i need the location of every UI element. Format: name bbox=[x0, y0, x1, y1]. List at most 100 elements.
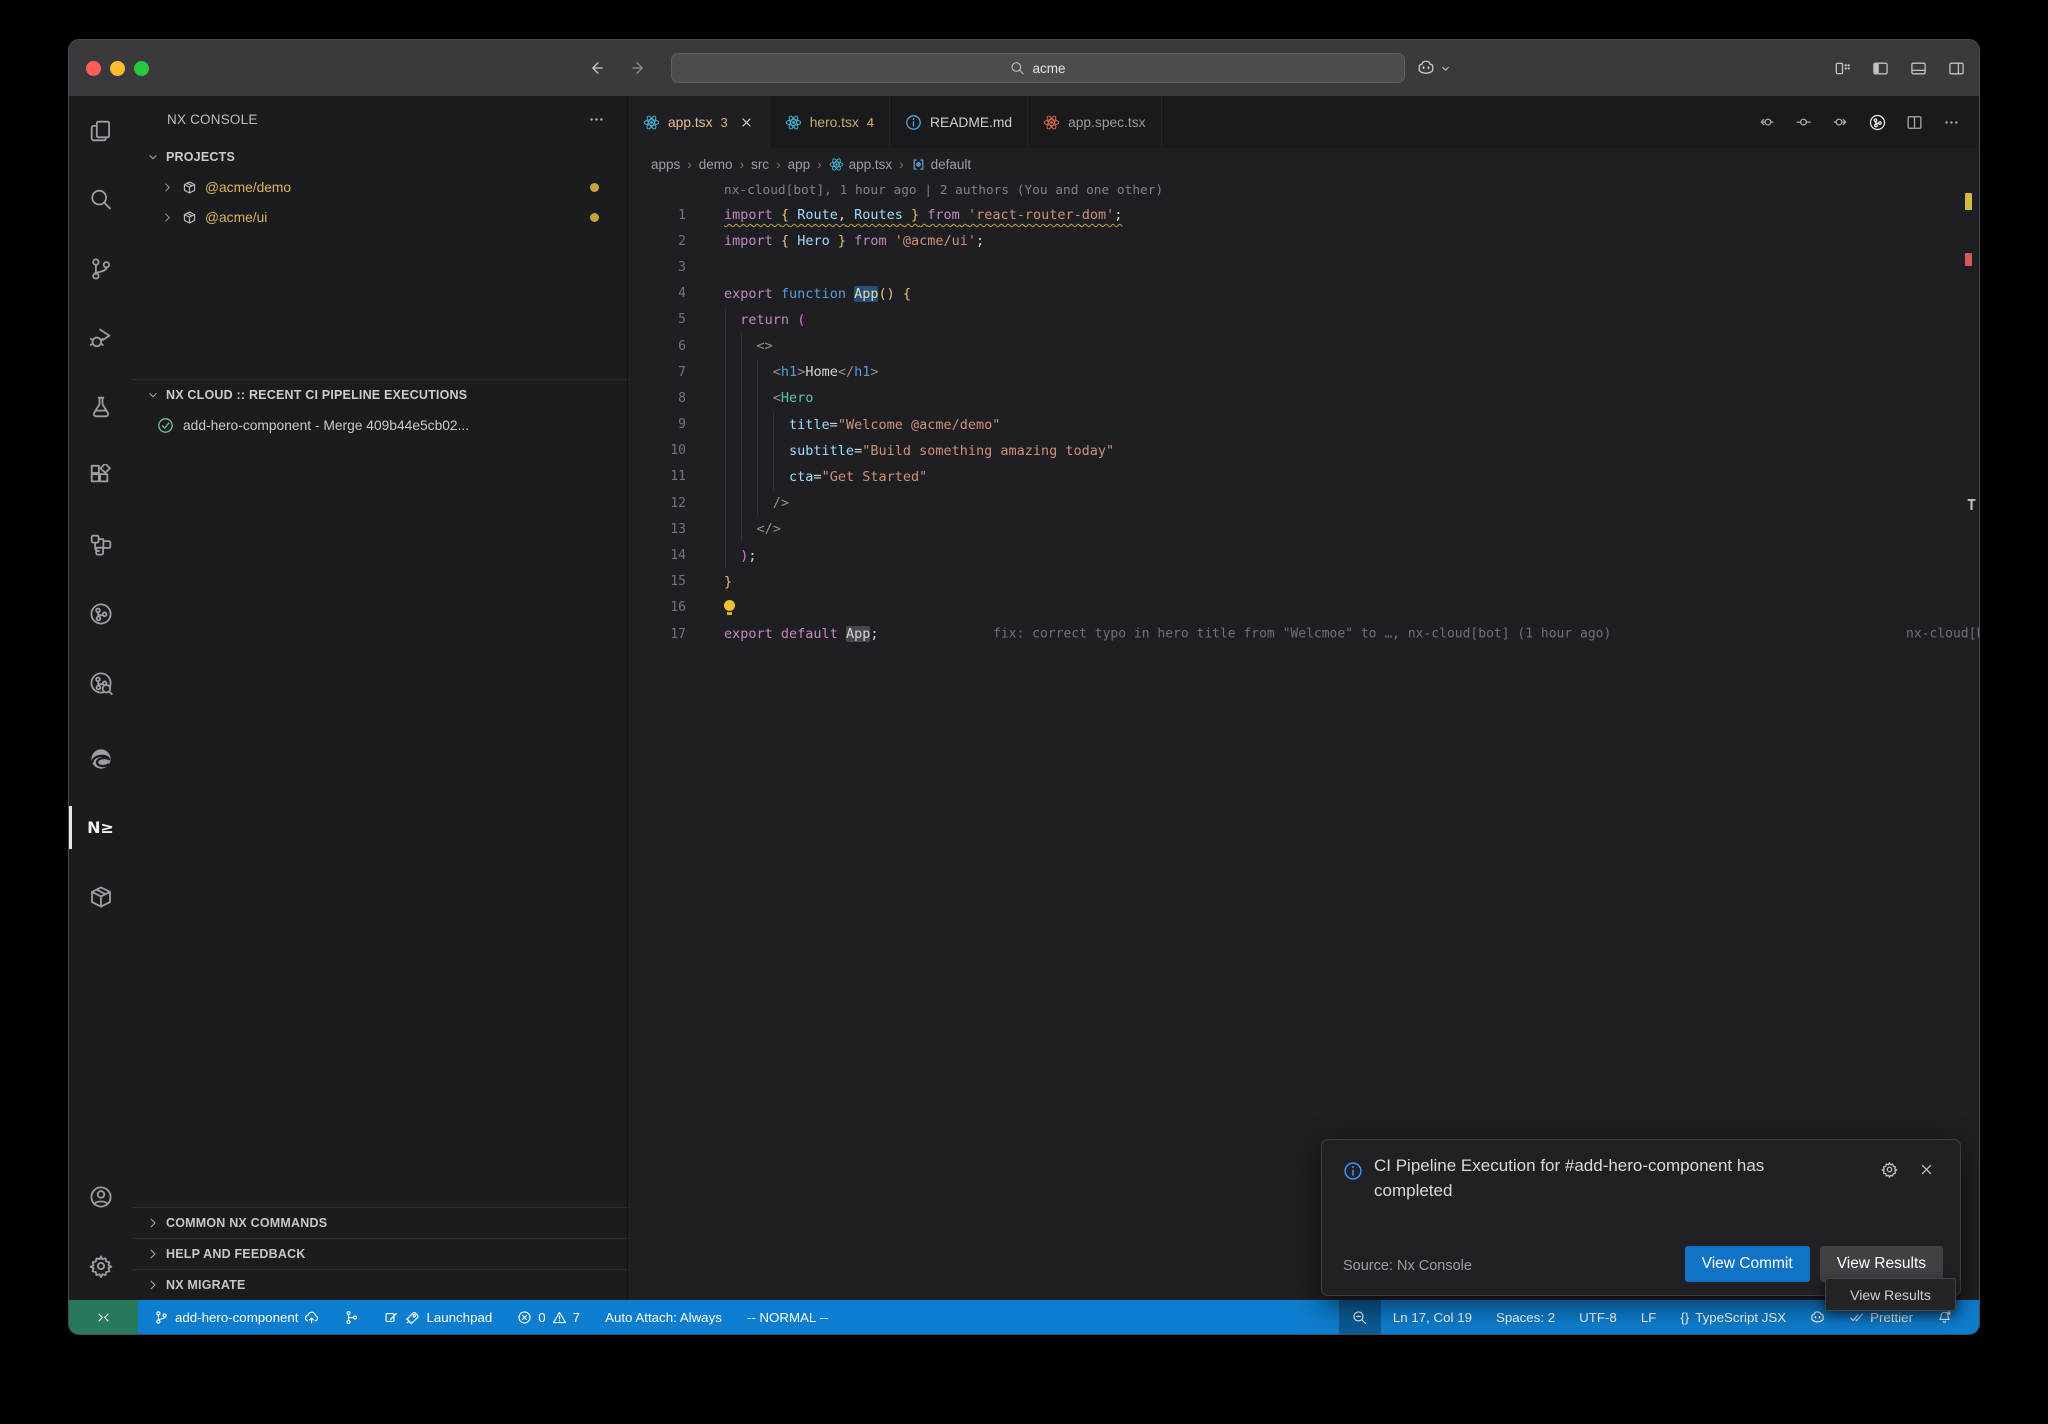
status-indentation[interactable]: Spaces: 2 bbox=[1484, 1300, 1567, 1334]
breadcrumb-default[interactable]: default bbox=[911, 157, 972, 172]
toggle-panel-icon[interactable] bbox=[1910, 60, 1927, 77]
window-controls bbox=[69, 40, 149, 96]
forward-icon[interactable] bbox=[630, 59, 648, 77]
breadcrumb-label: demo bbox=[699, 157, 733, 172]
status-launchpad[interactable]: Launchpad bbox=[375, 1300, 501, 1334]
edit-box-icon bbox=[384, 1310, 399, 1325]
status-text: TypeScript JSX bbox=[1695, 1310, 1786, 1325]
tab-app.tsx[interactable]: app.tsx3 bbox=[628, 96, 770, 148]
section-nx-migrate[interactable]: NX MIGRATE bbox=[132, 1269, 627, 1300]
inline-blame-clipped: nx-cloud[b bbox=[1906, 627, 1979, 642]
gitlens-prev-change-icon[interactable] bbox=[1758, 114, 1775, 131]
activitybar-testing-icon[interactable] bbox=[69, 372, 132, 441]
nx-cloud-header-row[interactable]: NX CLOUD :: RECENT CI PIPELINE EXECUTION… bbox=[132, 380, 627, 410]
projects-header: PROJECTS bbox=[166, 150, 235, 164]
breadcrumb-demo[interactable]: demo bbox=[699, 157, 733, 172]
code-editor[interactable]: nx-cloud[bot], 1 hour ago | 2 authors (Y… bbox=[628, 181, 1979, 1300]
chevron-right-icon bbox=[161, 211, 174, 224]
breadcrumb-app.tsx[interactable]: app.tsx bbox=[829, 157, 893, 172]
activitybar-accounts-icon[interactable] bbox=[69, 1162, 132, 1231]
react-icon bbox=[785, 114, 802, 131]
activitybar-project-hierarchy-icon[interactable] bbox=[69, 510, 132, 579]
vscode-window: acme N≥ NX CONSOLE PROJECTS @acme/demo@a… bbox=[68, 39, 1980, 1335]
status-language-mode[interactable]: {}TypeScript JSX bbox=[1668, 1300, 1798, 1334]
more-actions-icon[interactable] bbox=[1943, 114, 1960, 131]
breadcrumb-src[interactable]: src bbox=[751, 157, 769, 172]
breadcrumb-apps[interactable]: apps bbox=[651, 157, 680, 172]
activitybar-extensions-icon[interactable] bbox=[69, 441, 132, 510]
gitlens-next-change-icon[interactable] bbox=[1832, 114, 1849, 131]
view-commit-button[interactable]: View Commit bbox=[1685, 1246, 1810, 1282]
activitybar-explorer-icon[interactable] bbox=[69, 96, 132, 165]
code-line-11: 11 cta="Get Started" bbox=[628, 464, 1979, 490]
status-git-graph-item[interactable] bbox=[335, 1300, 368, 1334]
ruler-mark bbox=[1965, 253, 1972, 266]
line-content: export default App;fix: correct typo in … bbox=[724, 621, 879, 647]
toggle-secondary-sidebar-icon[interactable] bbox=[1948, 60, 1965, 77]
lightbulb-icon[interactable] bbox=[724, 600, 735, 615]
tab-README.md[interactable]: README.md bbox=[890, 96, 1028, 148]
toggle-primary-sidebar-icon[interactable] bbox=[1872, 60, 1889, 77]
command-center-search[interactable]: acme bbox=[671, 53, 1405, 83]
git-graph-icon bbox=[89, 602, 113, 626]
remote-indicator[interactable] bbox=[69, 1300, 138, 1334]
zoom-out-indicator[interactable] bbox=[1339, 1300, 1381, 1334]
view-results-button[interactable]: View Results bbox=[1820, 1246, 1943, 1282]
code-line-2: 2import { Hero } from '@acme/ui'; bbox=[628, 228, 1979, 254]
activitybar-run-and-debug-icon[interactable] bbox=[69, 303, 132, 372]
code-line-1: 1import { Route, Routes } from 'react-ro… bbox=[628, 202, 1979, 228]
zoom-out-icon bbox=[1352, 1310, 1367, 1325]
commit-graph-icon[interactable] bbox=[1869, 114, 1886, 131]
code-line-17: 17export default App;fix: correct typo i… bbox=[628, 621, 1979, 647]
status-cursor-position[interactable]: Ln 17, Col 19 bbox=[1381, 1300, 1484, 1334]
section-projects[interactable]: PROJECTS bbox=[132, 142, 627, 172]
breadcrumb-separator: › bbox=[817, 157, 822, 172]
code-line-10: 10 subtitle="Build something amazing tod… bbox=[628, 438, 1979, 464]
package-icon bbox=[182, 180, 197, 195]
copilot-menu[interactable] bbox=[1417, 40, 1452, 96]
status-vim-mode[interactable]: -- NORMAL -- bbox=[738, 1300, 838, 1334]
customize-layout-icon[interactable] bbox=[1834, 60, 1851, 77]
gitlens-icon bbox=[89, 671, 113, 695]
activitybar-search-icon[interactable] bbox=[69, 165, 132, 234]
gear-icon[interactable] bbox=[1881, 1161, 1898, 1178]
symbol-default-icon bbox=[911, 157, 926, 172]
project-item--acme-demo[interactable]: @acme/demo bbox=[132, 172, 627, 202]
tab-app.spec.tsx[interactable]: app.spec.tsx bbox=[1028, 96, 1161, 148]
activitybar-edge-browser-icon[interactable] bbox=[69, 724, 132, 793]
editor-group: app.tsx3hero.tsx4README.mdapp.spec.tsx a… bbox=[628, 96, 1979, 1300]
activitybar-gitlens-icon[interactable] bbox=[69, 648, 132, 717]
back-icon[interactable] bbox=[587, 59, 605, 77]
split-editor-icon[interactable] bbox=[1906, 114, 1923, 131]
copilot-icon bbox=[1417, 59, 1435, 77]
more-actions-icon[interactable] bbox=[588, 111, 605, 128]
status-eol[interactable]: LF bbox=[1629, 1300, 1669, 1334]
breadcrumb-label: src bbox=[751, 157, 769, 172]
activitybar-source-control-icon[interactable] bbox=[69, 234, 132, 303]
activitybar-containers-icon[interactable] bbox=[69, 862, 132, 931]
pipeline-execution-item[interactable]: add-hero-component - Merge 409b44e5cb02.… bbox=[132, 410, 627, 440]
minimize-window-button[interactable] bbox=[110, 61, 125, 76]
status-text: Prettier bbox=[1870, 1310, 1913, 1325]
maximize-window-button[interactable] bbox=[134, 61, 149, 76]
status-auto-attach[interactable]: Auto Attach: Always bbox=[596, 1300, 731, 1334]
section-help-and-feedback[interactable]: HELP AND FEEDBACK bbox=[132, 1238, 627, 1269]
close-window-button[interactable] bbox=[86, 61, 101, 76]
close-icon[interactable] bbox=[739, 115, 754, 130]
line-number: 3 bbox=[628, 260, 724, 275]
section-common-nx-commands[interactable]: COMMON NX COMMANDS bbox=[132, 1207, 627, 1238]
project-item--acme-ui[interactable]: @acme/ui bbox=[132, 202, 627, 232]
status-problems[interactable]: 07 bbox=[508, 1300, 589, 1334]
tab-hero.tsx[interactable]: hero.tsx4 bbox=[770, 96, 890, 148]
breadcrumb-separator: › bbox=[899, 157, 904, 172]
status-git-branch[interactable]: add-hero-component bbox=[145, 1300, 328, 1334]
activitybar-nx-console-icon[interactable]: N≥ bbox=[69, 793, 132, 862]
project-label: @acme/ui bbox=[205, 210, 267, 225]
gitlens-heatmap-icon[interactable] bbox=[1795, 114, 1812, 131]
breadcrumb-app[interactable]: app bbox=[788, 157, 811, 172]
activitybar-git-graph-icon[interactable] bbox=[69, 579, 132, 648]
activitybar-settings-icon[interactable] bbox=[69, 1231, 132, 1300]
close-icon[interactable] bbox=[1918, 1161, 1935, 1178]
status-encoding[interactable]: UTF-8 bbox=[1567, 1300, 1629, 1334]
search-icon bbox=[1010, 61, 1025, 76]
